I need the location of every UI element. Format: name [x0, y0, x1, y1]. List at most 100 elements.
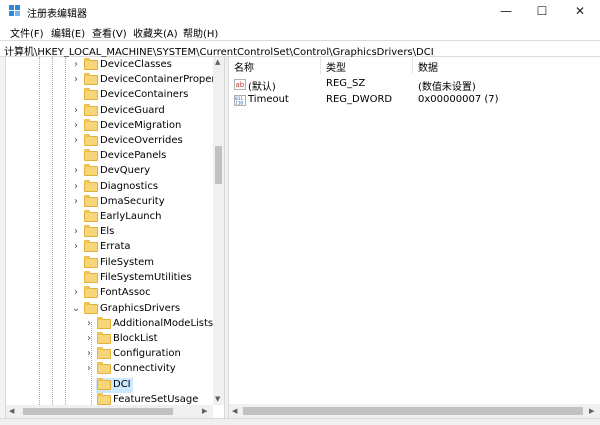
menu-favorites[interactable]: 收藏夹(A) [133, 25, 178, 40]
folder-icon [84, 225, 98, 237]
column-header-data[interactable]: 数据 [418, 59, 438, 74]
folder-icon [97, 317, 111, 329]
tree-item-label: DCI [113, 379, 131, 390]
tree-item[interactable]: › Configuration [6, 347, 213, 362]
tree-item-label: Els [100, 226, 115, 237]
svg-text:ab: ab [236, 81, 245, 89]
tree-item[interactable]: › DeviceGuard [6, 104, 213, 119]
folder-icon [84, 104, 98, 116]
chevron-right-icon[interactable]: › [71, 164, 81, 178]
column-separator[interactable] [412, 57, 413, 74]
chevron-down-icon[interactable]: ⌄ [71, 302, 81, 316]
tree-item-label: Diagnostics [100, 181, 159, 192]
chevron-right-icon[interactable]: › [71, 240, 81, 254]
tree-item[interactable]: › DeviceContainerPropertyU [6, 73, 213, 88]
tree-item-label: Connectivity [113, 363, 176, 374]
chevron-right-icon[interactable]: › [71, 119, 81, 133]
tree-item-label: FileSystemUtilities [100, 272, 192, 283]
chevron-right-icon[interactable]: › [84, 362, 94, 376]
string-value-icon: ab [234, 79, 246, 90]
tree-item[interactable]: › AdditionalModeLists [6, 317, 213, 332]
folder-open-icon [84, 302, 98, 314]
maximize-button[interactable]: ☐ [524, 0, 560, 22]
chevron-right-icon[interactable]: › [84, 332, 94, 346]
scrollbar-thumb[interactable] [243, 407, 583, 415]
tree-item[interactable]: FeatureSetUsage [6, 393, 213, 405]
tree-item[interactable]: › Errata [6, 240, 213, 255]
column-header-name[interactable]: 名称 [234, 59, 254, 74]
chevron-right-icon[interactable]: › [71, 286, 81, 300]
tree-item[interactable]: › DeviceClasses [6, 58, 213, 73]
tree-item-label: DeviceMigration [100, 120, 182, 131]
chevron-right-icon[interactable]: › [84, 347, 94, 361]
chevron-right-icon[interactable]: › [71, 225, 81, 239]
value-list-horizontal-scrollbar[interactable]: ◀ ▶ [229, 404, 600, 418]
window-title: 注册表编辑器 [27, 9, 87, 20]
folder-icon [84, 210, 98, 222]
tree-item[interactable]: DevicePanels [6, 149, 213, 164]
column-header-type[interactable]: 类型 [326, 59, 346, 74]
tree-item-label: EarlyLaunch [100, 211, 162, 222]
tree-item[interactable]: › BlockList [6, 332, 213, 347]
tree-item[interactable]: › FontAssoc [6, 286, 213, 301]
scroll-right-icon[interactable]: ▶ [202, 407, 207, 415]
tree-item[interactable]: › Diagnostics [6, 180, 213, 195]
tree-vertical-scrollbar[interactable]: ▲ ▼ [213, 57, 224, 405]
tree-item-label: AdditionalModeLists [113, 318, 213, 329]
menu-view[interactable]: 查看(V) [92, 25, 127, 40]
chevron-right-icon[interactable]: › [71, 195, 81, 209]
tree-item[interactable]: FileSystemUtilities [6, 271, 213, 286]
scroll-left-icon[interactable]: ◀ [9, 407, 14, 415]
tree-item[interactable]: › DeviceMigration [6, 119, 213, 134]
title-bar: 注册表编辑器 — ☐ ✕ [0, 0, 600, 22]
scroll-up-icon[interactable]: ▲ [215, 58, 220, 66]
close-button[interactable]: ✕ [562, 0, 598, 22]
address-bar[interactable]: 计算机\HKEY_LOCAL_MACHINE\SYSTEM\CurrentCon… [0, 40, 600, 58]
tree-item-selected[interactable]: DCI [6, 378, 213, 393]
tree-item[interactable]: › DevQuery [6, 164, 213, 179]
scrollbar-thumb[interactable] [23, 408, 173, 415]
tree-horizontal-scrollbar[interactable]: ◀ ▶ [6, 405, 213, 418]
tree-item[interactable]: FileSystem [6, 256, 213, 271]
tree-item[interactable]: › DmaSecurity [6, 195, 213, 210]
folder-icon [84, 58, 98, 70]
scroll-left-icon[interactable]: ◀ [232, 407, 237, 415]
scroll-down-icon[interactable]: ▼ [215, 395, 220, 403]
scroll-right-icon[interactable]: ▶ [589, 407, 594, 415]
chevron-right-icon[interactable]: › [71, 104, 81, 118]
tree-item-label: FeatureSetUsage [113, 394, 199, 405]
value-name: Timeout [248, 94, 289, 105]
chevron-right-icon[interactable]: › [71, 58, 81, 72]
tree-item[interactable]: EarlyLaunch [6, 210, 213, 225]
address-path[interactable]: 计算机\HKEY_LOCAL_MACHINE\SYSTEM\CurrentCon… [4, 43, 434, 58]
chevron-right-icon[interactable]: › [71, 73, 81, 87]
value-data: 0x00000007 (7) [418, 94, 499, 105]
folder-icon [84, 134, 98, 146]
tree-item[interactable]: ⌄ GraphicsDrivers [6, 302, 213, 317]
folder-icon [84, 195, 98, 207]
tree-item[interactable]: DeviceContainers [6, 88, 213, 103]
folder-icon [97, 332, 111, 344]
tree-item-label: DeviceClasses [100, 59, 172, 70]
tree-item[interactable]: › DeviceOverrides [6, 134, 213, 149]
close-icon: ✕ [574, 4, 586, 18]
menu-file[interactable]: 文件(F) [10, 25, 44, 40]
menu-edit[interactable]: 编辑(E) [51, 25, 85, 40]
chevron-right-icon[interactable]: › [84, 317, 94, 331]
menu-help[interactable]: 帮助(H) [183, 25, 218, 40]
chevron-right-icon[interactable]: › [71, 134, 81, 148]
chevron-right-icon[interactable]: › [71, 180, 81, 194]
value-list: 名称 类型 数据 ab (默认) REG_SZ (数值未设置) 011 110 … [229, 57, 600, 403]
status-bar [0, 418, 600, 425]
tree-item-label: DeviceContainerPropertyU [100, 74, 213, 85]
tree-item-label: GraphicsDrivers [100, 303, 181, 314]
folder-icon [97, 393, 111, 405]
tree-item[interactable]: › Els [6, 225, 213, 240]
minimize-button[interactable]: — [488, 0, 524, 22]
column-separator[interactable] [320, 57, 321, 74]
binary-value-icon: 011 110 [234, 95, 246, 106]
folder-icon [97, 347, 111, 359]
tree-item[interactable]: › Connectivity [6, 362, 213, 377]
scrollbar-thumb[interactable] [215, 146, 222, 184]
folder-icon [84, 149, 98, 161]
